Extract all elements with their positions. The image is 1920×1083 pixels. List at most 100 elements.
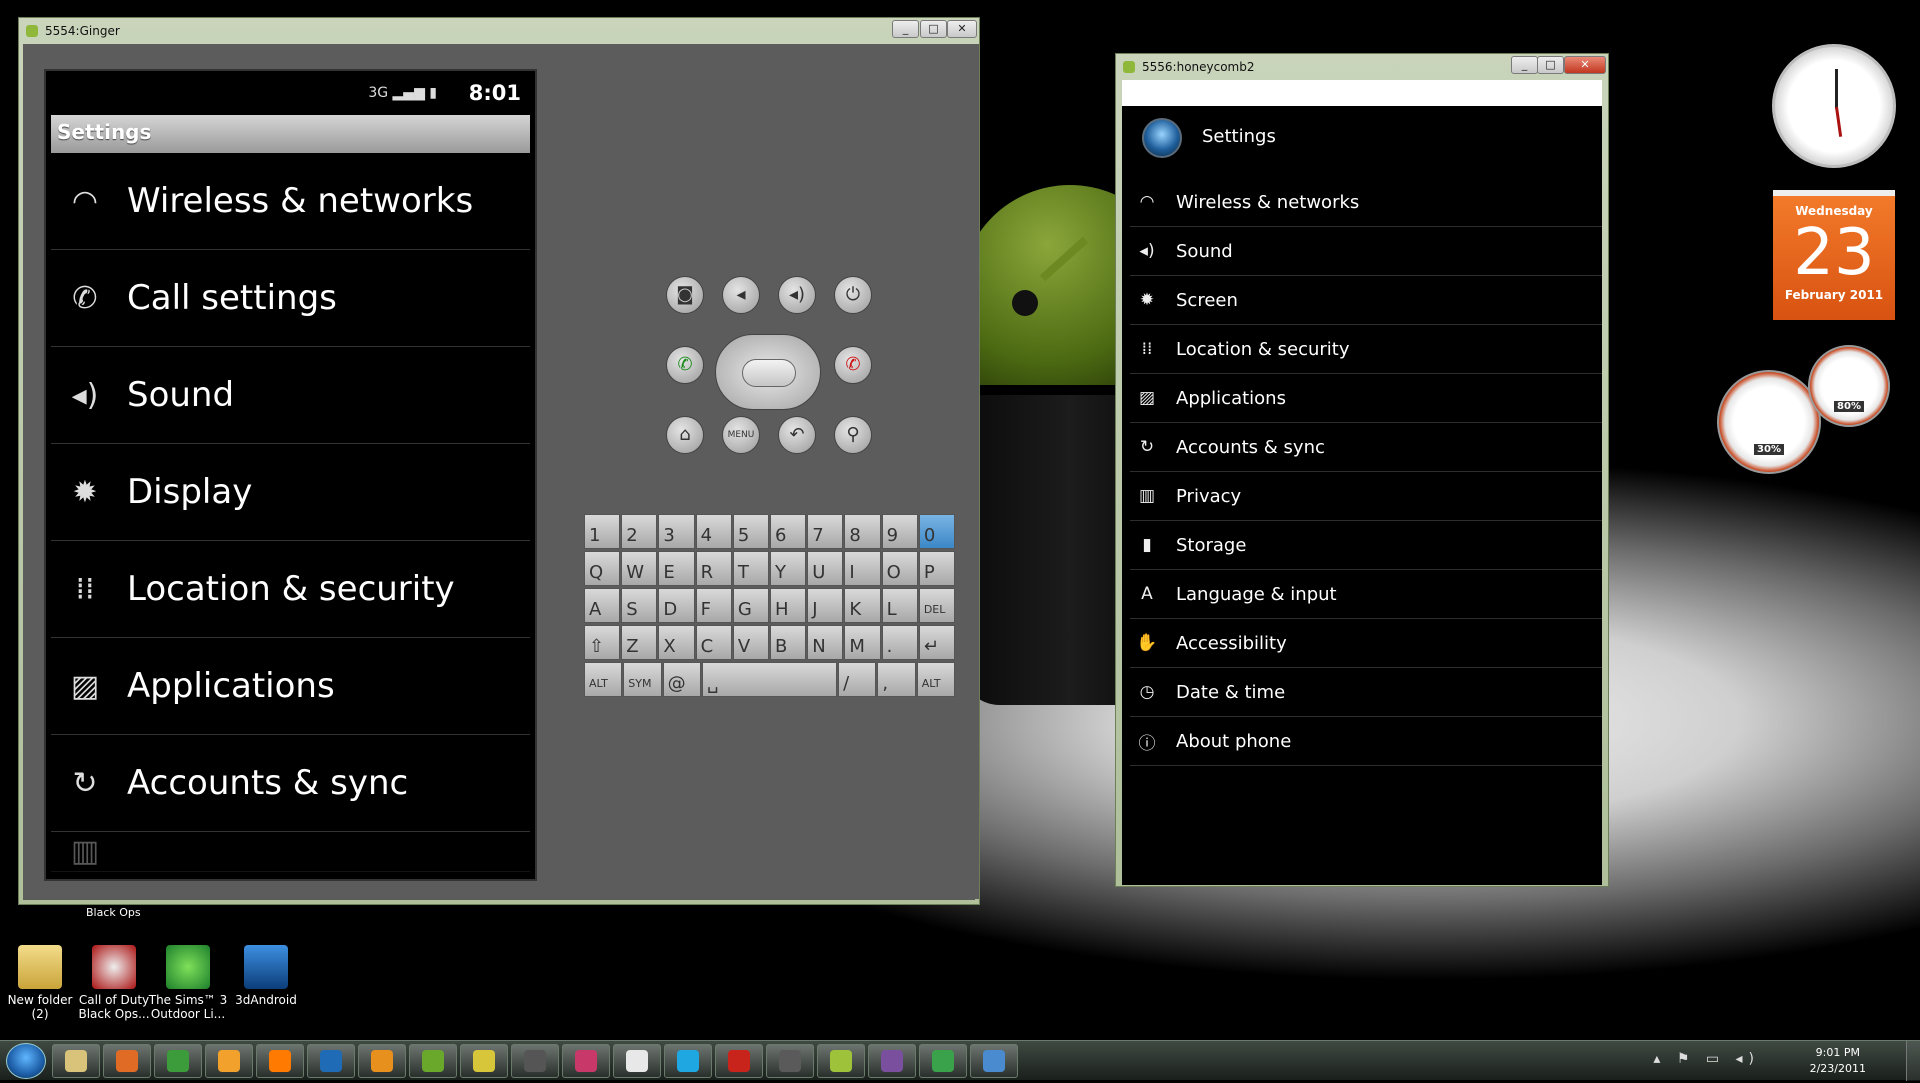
key[interactable]: . xyxy=(881,625,918,660)
taskbar-app-button[interactable] xyxy=(154,1044,202,1078)
key[interactable]: ALT xyxy=(584,662,623,697)
close-button[interactable]: ✕ xyxy=(1564,56,1606,74)
key[interactable]: V xyxy=(732,625,770,660)
taskbar-app-button[interactable] xyxy=(205,1044,253,1078)
volume-up-button[interactable]: ◂) xyxy=(778,276,816,314)
settings-item[interactable]: ◷ Date & time xyxy=(1130,668,1602,717)
key[interactable]: M xyxy=(844,625,881,660)
key[interactable]: @ xyxy=(662,662,701,697)
taskbar-app-button[interactable] xyxy=(664,1044,712,1078)
desktop-icon-sims[interactable]: The Sims™ 3 Outdoor Li... xyxy=(148,945,228,1021)
key[interactable]: O xyxy=(881,551,918,586)
settings-item[interactable]: ↻ Accounts & sync xyxy=(51,735,530,832)
taskbar-app-button[interactable] xyxy=(103,1044,151,1078)
key[interactable]: 6 xyxy=(770,514,807,549)
settings-item[interactable]: ⓘ About phone xyxy=(1130,717,1602,766)
key[interactable]: 7 xyxy=(807,514,844,549)
key[interactable]: A xyxy=(584,588,621,623)
honeycomb-title-bar[interactable]: 5556:honeycomb2 _ □ ✕ xyxy=(1116,54,1608,80)
key[interactable]: SYM xyxy=(623,662,662,697)
taskbar-app-button[interactable] xyxy=(817,1044,865,1078)
key[interactable]: ALT xyxy=(916,662,955,697)
call-button[interactable]: ✆ xyxy=(666,346,704,384)
key[interactable]: H xyxy=(770,588,807,623)
settings-item[interactable]: ✹ Display xyxy=(51,444,530,541)
taskbar-app-button[interactable] xyxy=(766,1044,814,1078)
taskbar-app-button[interactable] xyxy=(970,1044,1018,1078)
key[interactable]: Q xyxy=(584,551,621,586)
minimize-button[interactable]: _ xyxy=(892,20,919,38)
ginger-title-bar[interactable]: 5554:Ginger _ □ ✕ xyxy=(19,18,979,44)
key[interactable]: C xyxy=(695,625,732,660)
settings-item[interactable]: ✹ Screen xyxy=(1130,276,1602,325)
search-button[interactable]: ⚲ xyxy=(834,416,872,454)
desktop-icon-new-folder[interactable]: New folder (2) xyxy=(0,945,80,1021)
taskbar-app-button[interactable] xyxy=(409,1044,457,1078)
key[interactable]: DEL xyxy=(918,588,956,623)
key[interactable]: 2 xyxy=(621,514,658,549)
key[interactable]: T xyxy=(732,551,770,586)
key[interactable]: F xyxy=(695,588,732,623)
taskbar-clock[interactable]: 9:01 PM 2/23/2011 xyxy=(1810,1045,1866,1077)
desktop-icon-call-of-duty[interactable]: Call of Duty Black Ops... xyxy=(74,945,154,1021)
key[interactable]: / xyxy=(838,662,877,697)
key[interactable]: U xyxy=(807,551,844,586)
settings-item[interactable]: ◠ Wireless & networks xyxy=(51,153,530,250)
start-button[interactable] xyxy=(6,1043,46,1079)
volume-down-button[interactable]: ◂ xyxy=(722,276,760,314)
taskbar-app-button[interactable] xyxy=(919,1044,967,1078)
settings-item[interactable]: ▮ Storage xyxy=(1130,521,1602,570)
ginger-emulator-window[interactable]: 5554:Ginger _ □ ✕ 3G ▂▄▆ ▮ 8:01 Settings… xyxy=(18,17,980,905)
taskbar-app-button[interactable] xyxy=(256,1044,304,1078)
key[interactable]: 5 xyxy=(732,514,770,549)
settings-item[interactable]: ✆ Call settings xyxy=(51,250,530,347)
home-button[interactable]: ⌂ xyxy=(666,416,704,454)
settings-item[interactable]: ⁞⁞ Location & security xyxy=(51,541,530,638)
menu-button[interactable]: MENU xyxy=(722,416,760,454)
key[interactable]: 3 xyxy=(658,514,695,549)
key[interactable]: Y xyxy=(770,551,807,586)
power-button[interactable]: ⏻ xyxy=(834,276,872,314)
settings-item[interactable]: ⁞⁞ Location & security xyxy=(1130,325,1602,374)
key[interactable]: D xyxy=(658,588,695,623)
taskbar-app-button[interactable] xyxy=(562,1044,610,1078)
settings-item[interactable]: ◠ Wireless & networks xyxy=(1130,178,1602,227)
settings-item[interactable]: ▥ Privacy xyxy=(1130,472,1602,521)
dpad[interactable] xyxy=(715,334,821,410)
key[interactable]: K xyxy=(844,588,881,623)
key[interactable]: L xyxy=(881,588,918,623)
key[interactable]: R xyxy=(695,551,732,586)
key[interactable]: J xyxy=(807,588,844,623)
key[interactable]: ⇧ xyxy=(584,625,621,660)
key[interactable]: S xyxy=(621,588,658,623)
key[interactable]: N xyxy=(807,625,844,660)
key[interactable]: 9 xyxy=(881,514,918,549)
camera-button[interactable]: ◙ xyxy=(666,276,704,314)
key[interactable]: , xyxy=(877,662,916,697)
close-button[interactable]: ✕ xyxy=(947,20,977,38)
key[interactable]: Z xyxy=(621,625,658,660)
settings-item[interactable]: ▨ Applications xyxy=(1130,374,1602,423)
maximize-button[interactable]: □ xyxy=(920,20,947,38)
key[interactable]: G xyxy=(732,588,770,623)
taskbar-app-button[interactable] xyxy=(460,1044,508,1078)
key[interactable]: W xyxy=(621,551,658,586)
taskbar-app-button[interactable] xyxy=(52,1044,100,1078)
key[interactable]: 8 xyxy=(844,514,881,549)
key[interactable]: 0 xyxy=(918,514,956,549)
settings-item[interactable]: ◂) Sound xyxy=(51,347,530,444)
minimize-button[interactable]: _ xyxy=(1511,56,1538,74)
desktop-icon-3dandroid[interactable]: 3dAndroid xyxy=(226,945,306,1007)
taskbar-app-button[interactable] xyxy=(613,1044,661,1078)
back-button[interactable]: ↶ xyxy=(778,416,816,454)
settings-item[interactable]: ✋ Accessibility xyxy=(1130,619,1602,668)
key[interactable]: X xyxy=(658,625,695,660)
key[interactable]: 4 xyxy=(695,514,732,549)
key[interactable]: I xyxy=(844,551,881,586)
dpad-center[interactable] xyxy=(742,359,796,387)
system-tray-icons[interactable]: ▴ ⚑ ▭ ◂) xyxy=(1653,1051,1760,1067)
taskbar-app-button[interactable] xyxy=(307,1044,355,1078)
key[interactable]: 1 xyxy=(584,514,621,549)
maximize-button[interactable]: □ xyxy=(1537,56,1564,74)
end-call-button[interactable]: ✆ xyxy=(834,346,872,384)
